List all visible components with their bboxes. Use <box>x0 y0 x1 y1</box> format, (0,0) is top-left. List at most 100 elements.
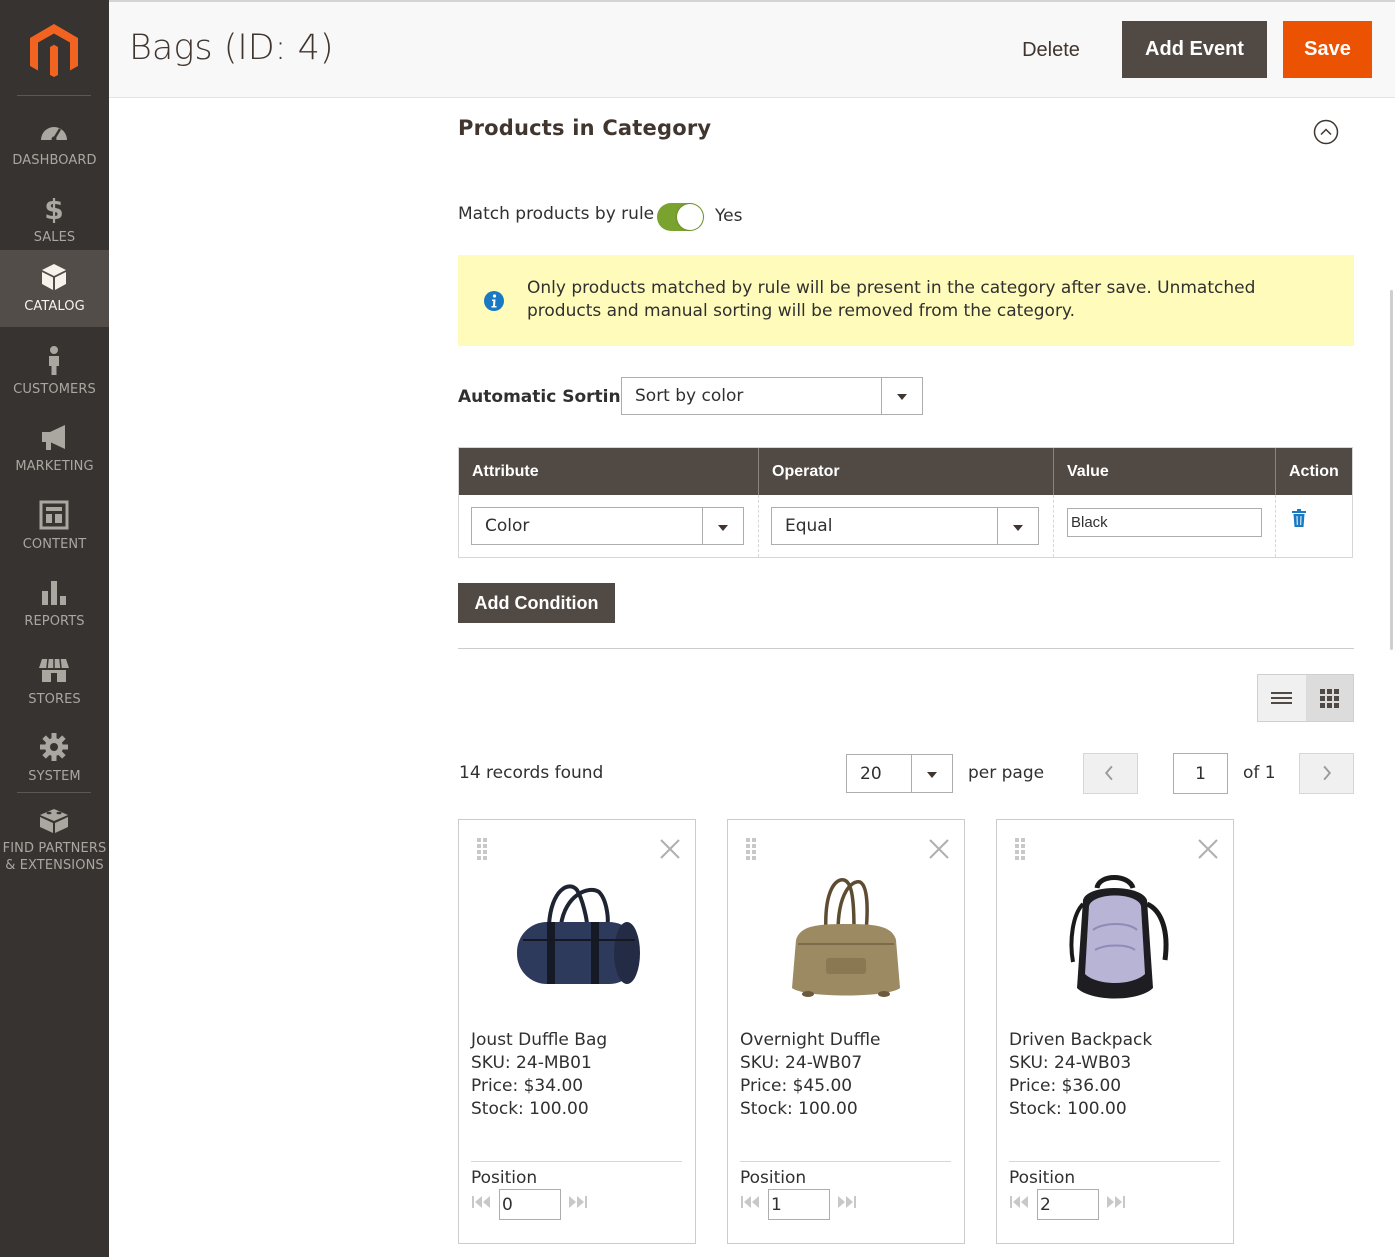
sidebar-item-label: REPORTS <box>24 614 85 629</box>
delete-button[interactable]: Delete <box>1005 22 1097 78</box>
move-last-icon[interactable] <box>835 1194 857 1210</box>
sidebar-item-label: CONTENT <box>22 537 87 552</box>
toggle-knob <box>677 204 703 230</box>
close-icon[interactable] <box>1197 838 1219 860</box>
drag-handle-icon[interactable] <box>746 838 758 860</box>
position-label: Position <box>471 1168 538 1188</box>
sidebar-item-label: DASHBOARD <box>12 153 97 168</box>
sidebar-item-label: MARKETING <box>15 459 94 474</box>
sidebar-item-catalog[interactable]: CATALOG <box>0 250 109 327</box>
drag-handle-icon[interactable] <box>477 838 489 860</box>
sidebar-item-sales[interactable]: $ SALES <box>0 181 109 258</box>
grid-view-button[interactable] <box>1306 675 1353 721</box>
page-title: Bags (ID: 4) <box>129 28 334 68</box>
cell-divider <box>1275 495 1276 557</box>
column-header-value: Value <box>1067 463 1109 480</box>
current-page-input[interactable] <box>1173 753 1228 794</box>
product-stock: Stock: 100.00 <box>471 1099 589 1119</box>
automatic-sorting-label: Automatic Sorting <box>458 387 633 407</box>
move-last-icon[interactable] <box>566 1194 588 1210</box>
sidebar-item-dashboard[interactable]: DASHBOARD <box>0 104 109 181</box>
add-condition-button[interactable]: Add Condition <box>458 583 615 623</box>
position-input[interactable] <box>768 1189 830 1220</box>
chevron-down-icon <box>702 508 743 544</box>
add-event-button[interactable]: Add Event <box>1122 21 1267 78</box>
grid-view-icon <box>1320 689 1339 708</box>
sidebar-item-system[interactable]: SYSTEM <box>0 720 109 797</box>
next-page-button[interactable] <box>1299 753 1354 794</box>
move-first-icon[interactable] <box>1009 1194 1031 1210</box>
header-top-border <box>109 0 1395 2</box>
previous-page-button[interactable] <box>1083 753 1138 794</box>
move-last-icon[interactable] <box>1104 1194 1126 1210</box>
column-header-operator: Operator <box>772 463 840 480</box>
sidebar-item-label: SYSTEM <box>28 769 81 784</box>
storefront-icon <box>39 658 69 682</box>
attribute-select[interactable]: Color <box>471 507 744 545</box>
per-page-label: per page <box>968 763 1045 783</box>
product-card[interactable]: Overnight Duffle SKU: 24-WB07 Price: $45… <box>727 819 965 1244</box>
chevron-left-icon <box>1104 765 1113 781</box>
product-name: Driven Backpack <box>1009 1030 1153 1050</box>
sidebar-item-stores[interactable]: STORES <box>0 643 109 720</box>
sidebar-item-find-partners[interactable]: FIND PARTNERS & EXTENSIONS <box>0 793 109 883</box>
info-icon <box>484 291 504 311</box>
close-icon[interactable] <box>928 838 950 860</box>
position-input[interactable] <box>499 1189 561 1220</box>
product-price: Price: $36.00 <box>1009 1076 1122 1096</box>
product-card[interactable]: Joust Duffle Bag SKU: 24-MB01 Price: $34… <box>458 819 696 1244</box>
select-value: 20 <box>860 764 882 784</box>
section-divider <box>458 648 1354 649</box>
page-header: Bags (ID: 4) Delete Add Event Save <box>109 0 1395 98</box>
move-first-icon[interactable] <box>471 1194 493 1210</box>
sidebar-item-reports[interactable]: REPORTS <box>0 565 109 642</box>
list-view-button[interactable] <box>1258 675 1305 721</box>
position-input[interactable] <box>1037 1189 1099 1220</box>
per-page-select[interactable]: 20 <box>846 754 953 793</box>
automatic-sorting-select[interactable]: Sort by color <box>621 377 923 415</box>
sidebar-item-marketing[interactable]: MARKETING <box>0 410 109 487</box>
dollar-icon: $ <box>44 193 63 223</box>
position-label: Position <box>740 1168 807 1188</box>
bar-chart-icon <box>42 581 66 605</box>
product-price: Price: $45.00 <box>740 1076 853 1096</box>
operator-select[interactable]: Equal <box>771 507 1039 545</box>
sidebar-divider <box>17 95 91 96</box>
product-name: Overnight Duffle <box>740 1030 881 1050</box>
magento-logo-icon[interactable] <box>28 22 80 78</box>
page-scrollbar[interactable] <box>1390 290 1393 650</box>
section-title[interactable]: Products in Category <box>458 116 711 140</box>
column-header-action: Action <box>1289 463 1339 480</box>
notice-text: Only products matched by rule will be pr… <box>527 278 1256 321</box>
blocks-icon <box>40 809 68 833</box>
close-icon[interactable] <box>659 838 681 860</box>
product-image-duffle-bag <box>517 884 640 984</box>
card-divider <box>1009 1161 1220 1162</box>
person-icon <box>49 346 59 375</box>
card-divider <box>471 1161 682 1162</box>
sidebar-item-content[interactable]: CONTENT <box>0 488 109 565</box>
chevron-down-icon <box>881 378 922 414</box>
value-input[interactable] <box>1067 508 1262 537</box>
trash-icon[interactable] <box>1292 509 1306 527</box>
chevron-down-icon <box>911 755 952 792</box>
sidebar-item-customers[interactable]: CUSTOMERS <box>0 333 109 410</box>
product-card[interactable]: Driven Backpack SKU: 24-WB03 Price: $36.… <box>996 819 1234 1244</box>
conditions-table-header: Attribute Operator Value Action <box>459 448 1352 495</box>
column-header-attribute: Attribute <box>472 463 539 480</box>
select-value: Equal <box>785 516 833 536</box>
match-products-value: Yes <box>715 206 743 226</box>
drag-handle-icon[interactable] <box>1015 838 1027 860</box>
product-image-overnight-duffle <box>792 878 900 997</box>
sidebar-item-label: CATALOG <box>24 299 85 314</box>
chevron-up-circle-icon[interactable] <box>1313 119 1339 145</box>
match-products-label: Match products by rule <box>458 204 655 224</box>
product-name: Joust Duffle Bag <box>471 1030 608 1050</box>
product-sku: SKU: 24-WB07 <box>740 1053 863 1073</box>
move-first-icon[interactable] <box>740 1194 762 1210</box>
save-button[interactable]: Save <box>1283 21 1372 78</box>
list-view-icon <box>1271 692 1292 704</box>
cell-divider <box>758 495 759 557</box>
speedometer-icon <box>41 127 67 142</box>
match-products-toggle[interactable] <box>657 203 704 231</box>
